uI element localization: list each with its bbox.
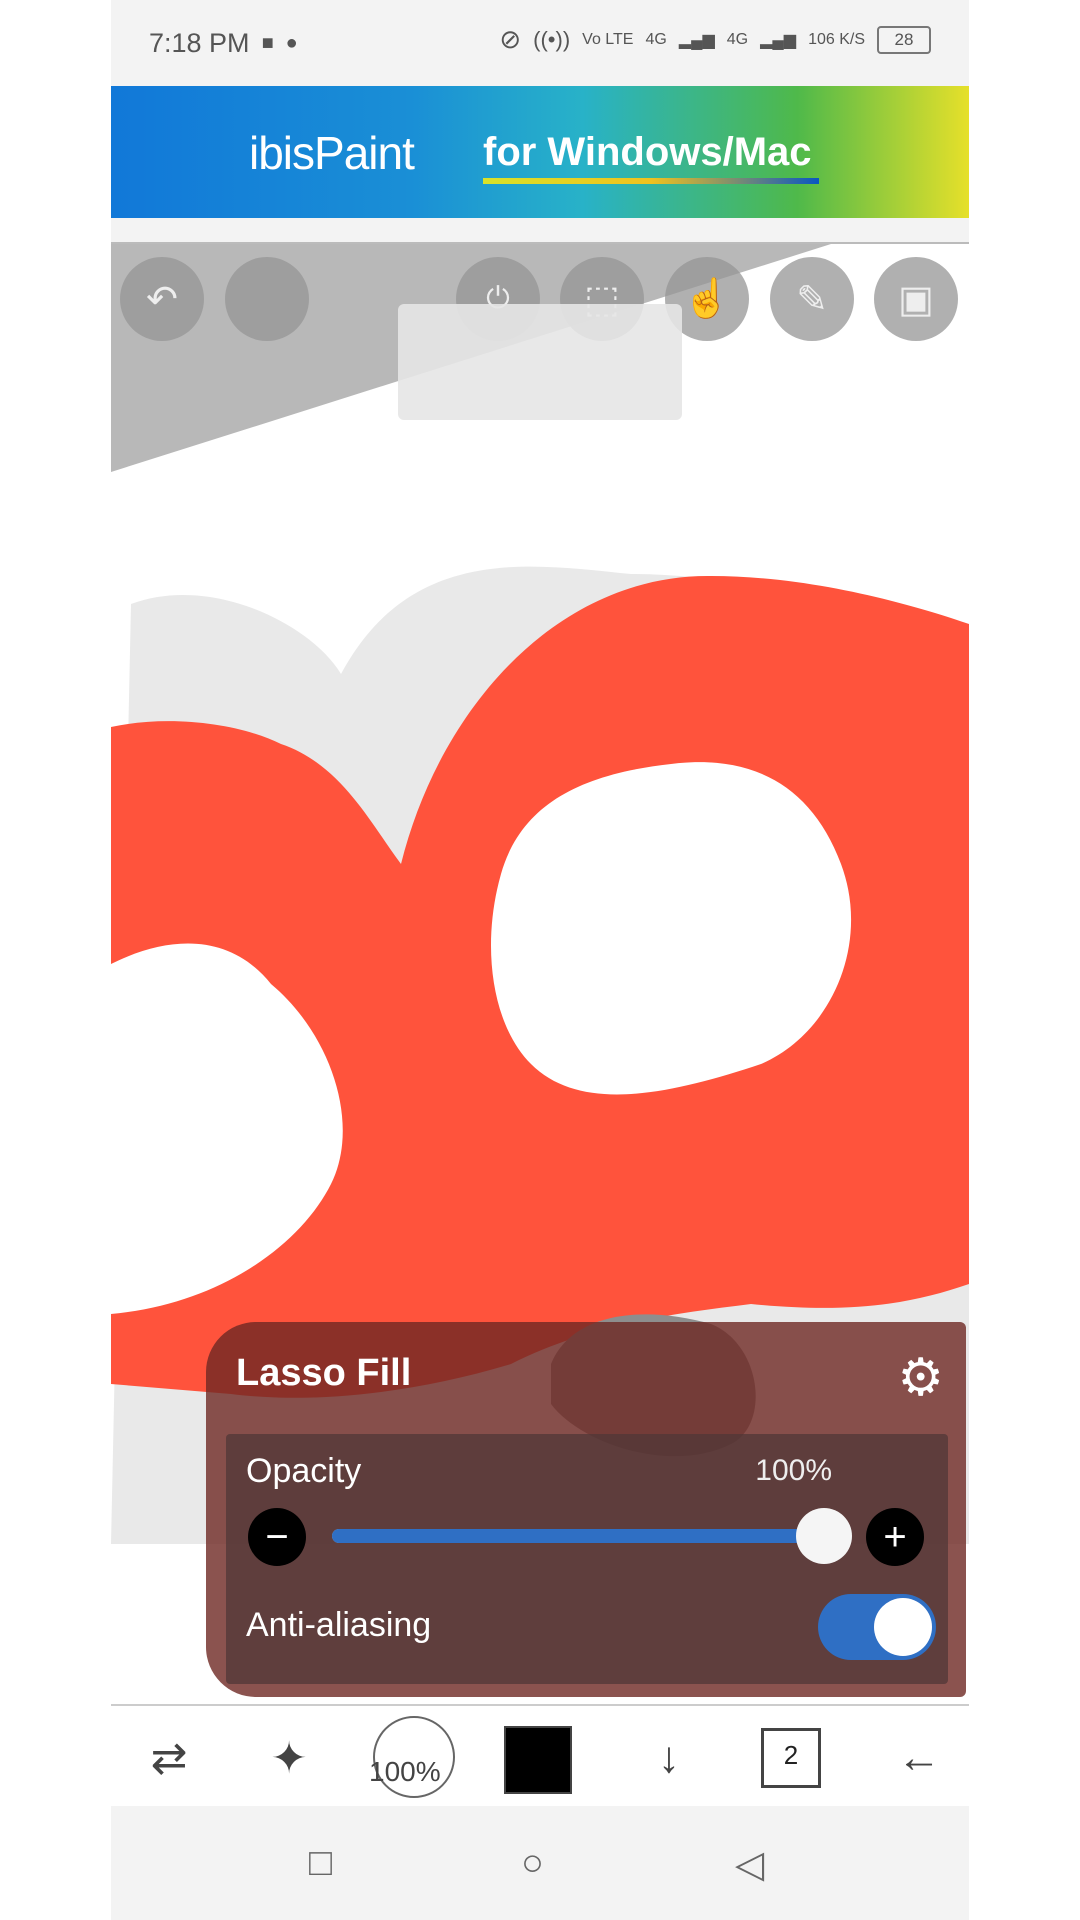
bottom-toolbar: ⇄ ✦ 100% ↓ 2 ← xyxy=(111,1704,969,1808)
back-nav-button[interactable]: ◁ xyxy=(735,1842,764,1887)
anti-aliasing-label: Anti-aliasing xyxy=(246,1606,432,1644)
network-4g-2: 4G xyxy=(726,30,749,48)
panel-settings: Opacity 100% − + Anti-aliasing xyxy=(226,1434,948,1684)
banner-separator xyxy=(111,218,969,244)
opacity-value: 100% xyxy=(755,1454,832,1487)
video-camera-icon: ■ xyxy=(261,31,274,54)
network-speed: 106 K/S xyxy=(808,30,865,48)
plus-icon: + xyxy=(883,1514,907,1559)
status-bar: 7:18 PM ■ ● ⊘ ((•)) Vo LTE 4G ▂▄▆ 4G ▂▄▆… xyxy=(111,0,969,86)
opacity-label: Opacity xyxy=(246,1452,362,1490)
image-button[interactable]: ▣ xyxy=(874,257,958,341)
promo-banner[interactable]: ibisPaint for Windows/Mac xyxy=(111,86,969,218)
letterbox-left xyxy=(0,0,111,1920)
ghost-overlay xyxy=(398,304,682,420)
gear-icon[interactable]: ⚙ xyxy=(897,1348,944,1408)
anti-aliasing-toggle[interactable] xyxy=(818,1594,936,1660)
arrow-down-icon: ↓ xyxy=(658,1733,680,1782)
image-icon: ▣ xyxy=(898,278,934,321)
do-not-disturb-icon: ⊘ xyxy=(499,24,522,54)
undo-icon: ↶ xyxy=(146,278,178,321)
magic-wand-icon: ✦ xyxy=(270,1733,308,1783)
letterbox-right xyxy=(969,0,1080,1920)
app-screen: 7:18 PM ■ ● ⊘ ((•)) Vo LTE 4G ▂▄▆ 4G ▂▄▆… xyxy=(111,0,969,1920)
arrow-left-icon: ← xyxy=(897,1733,941,1782)
ibispaint-logo: ibisPaint xyxy=(249,127,415,179)
opacity-decrease-button[interactable]: − xyxy=(248,1508,306,1566)
opacity-slider-fill xyxy=(332,1529,824,1543)
toggle-knob xyxy=(874,1598,932,1656)
back-button[interactable]: ← xyxy=(881,1720,957,1796)
redo-button[interactable] xyxy=(225,257,309,341)
home-button[interactable]: ○ xyxy=(521,1842,544,1885)
volte-label: Vo LTE xyxy=(582,30,634,48)
banner-tagline: for Windows/Mac xyxy=(483,130,812,174)
lasso-fill-panel: Lasso Fill ⚙ Opacity 100% − + Anti-alias… xyxy=(206,1322,966,1697)
panel-title: Lasso Fill xyxy=(236,1352,412,1394)
opacity-slider[interactable] xyxy=(332,1529,824,1543)
signal-icon-1: ▂▄▆ xyxy=(678,31,715,49)
magic-brush-button[interactable]: ✦ xyxy=(251,1720,327,1796)
undo-button[interactable]: ↶ xyxy=(120,257,204,341)
hotspot-icon: ((•)) xyxy=(533,26,571,52)
network-4g-1: 4G xyxy=(645,30,667,48)
opacity-increase-button[interactable]: + xyxy=(866,1508,924,1566)
opacity-slider-thumb[interactable] xyxy=(796,1508,852,1564)
brush-eraser-swap-icon: ⇄ xyxy=(150,1733,188,1783)
gamepad-icon: ● xyxy=(285,31,298,54)
battery-icon: 28 xyxy=(877,25,931,54)
ruler-icon: ✎ xyxy=(796,278,828,321)
status-right-group: ⊘ ((•)) Vo LTE 4G ▂▄▆ 4G ▂▄▆ 106 K/S 28 xyxy=(499,24,931,55)
ruler-button[interactable]: ✎ xyxy=(770,257,854,341)
layers-button[interactable]: 2 xyxy=(761,1728,821,1788)
navigation-bar: □ ○ ◁ xyxy=(111,1806,969,1920)
minus-icon: − xyxy=(265,1514,289,1559)
tagline-underline xyxy=(483,178,819,184)
status-time: 7:18 PM xyxy=(149,27,250,58)
brush-size-value: 100% xyxy=(369,1756,441,1787)
color-swatch-button[interactable] xyxy=(504,1726,572,1794)
hand-icon: ☝ xyxy=(683,278,731,320)
signal-icon-2: ▂▄▆ xyxy=(760,31,797,49)
tool-switch-button[interactable]: ⇄ xyxy=(131,1720,207,1796)
move-down-button[interactable]: ↓ xyxy=(631,1720,707,1796)
recents-button[interactable]: □ xyxy=(309,1842,332,1885)
